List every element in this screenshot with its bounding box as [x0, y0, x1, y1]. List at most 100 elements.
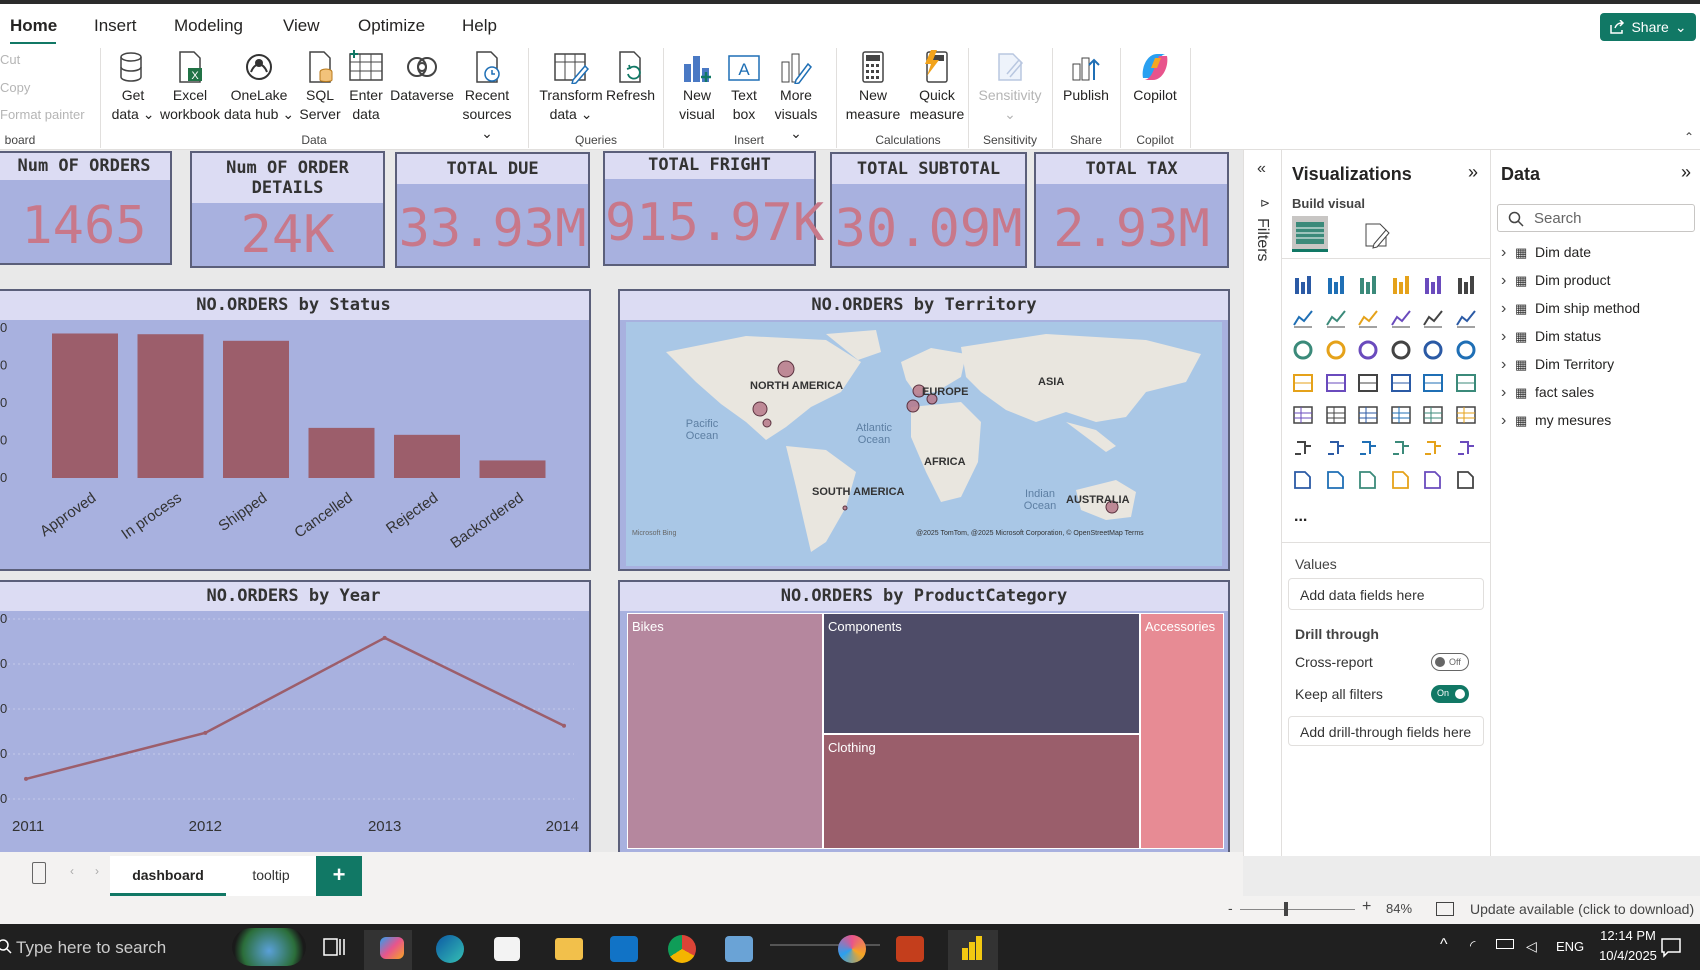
data-table-item[interactable]: › ▦ fact sales [1501, 384, 1691, 402]
tab-modeling[interactable]: Modeling [174, 16, 243, 36]
data-table-item[interactable]: › ▦ my mesures [1501, 412, 1691, 430]
visual-100-column-icon[interactable] [1455, 274, 1479, 296]
kpi-card-total-subtotal[interactable]: TOTAL SUBTOTAL 30.09M [830, 152, 1027, 268]
tab-dashboard[interactable]: dashboard [110, 856, 226, 896]
build-visual-tab[interactable] [1292, 216, 1328, 252]
volume-icon[interactable]: ◁ [1526, 938, 1537, 955]
tab-optimize[interactable]: Optimize [358, 16, 425, 36]
visual-map-icon[interactable] [1325, 372, 1349, 394]
tab-home[interactable]: Home [10, 16, 57, 36]
data-search-input[interactable]: Search [1497, 204, 1695, 232]
kpi-card-orders[interactable]: Num OF ORDERS 1465 [0, 151, 172, 265]
powerbi-taskbar-icon[interactable] [960, 936, 984, 962]
data-table-item[interactable]: › ▦ Dim product [1501, 272, 1691, 290]
outlook-taskbar-icon[interactable] [610, 936, 638, 962]
language-indicator[interactable]: ENG [1556, 939, 1584, 954]
visual-line-icon[interactable] [1292, 307, 1316, 329]
text-box-button[interactable]: A Text box [722, 50, 766, 124]
chevron-right-icon[interactable]: › [1501, 328, 1515, 346]
treemap-tile-accessories[interactable]: Accessories [1140, 613, 1224, 849]
add-page-button[interactable]: + [316, 856, 362, 896]
visual-multirow-card-icon[interactable] [1292, 404, 1316, 426]
treemap-tile-clothing[interactable]: Clothing [823, 734, 1140, 849]
new-measure-button[interactable]: New measure [844, 50, 902, 124]
territory-bubble[interactable] [842, 505, 848, 511]
chevron-right-icon[interactable]: › [95, 864, 99, 878]
visual-line-column-icon[interactable] [1422, 307, 1446, 329]
bar-rejected[interactable] [394, 434, 460, 478]
get-data-button[interactable]: Get data ⌄ [106, 50, 160, 124]
battery-icon[interactable] [1496, 939, 1514, 949]
recent-sources-button[interactable]: Recent sources ⌄ [455, 50, 519, 143]
chevron-right-icon[interactable]: › [1501, 300, 1515, 318]
chevron-right-icon[interactable]: » [1681, 162, 1691, 183]
visual-100-bar-icon[interactable] [1422, 274, 1446, 296]
map-area[interactable]: NORTH AMERICA EUROPE ASIA AFRICA SOUTH A… [626, 322, 1222, 566]
visual-stacked-bar-icon[interactable] [1292, 274, 1316, 296]
data-table-item[interactable]: › ▦ Dim date [1501, 244, 1691, 262]
visual-area-icon[interactable] [1325, 307, 1349, 329]
tab-view[interactable]: View [283, 16, 320, 36]
data-table-item[interactable]: › ▦ Dim Territory [1501, 356, 1691, 374]
visual-power-apps-icon[interactable] [1390, 469, 1414, 491]
zoom-slider-thumb[interactable] [1284, 902, 1288, 916]
onelake-button[interactable]: OneLake data hub ⌄ [222, 50, 296, 124]
visual-funnel-icon[interactable] [1357, 339, 1381, 361]
share-button[interactable]: Share ⌄ [1600, 13, 1696, 41]
wifi-icon[interactable]: ◜ [1470, 937, 1475, 954]
enter-data-button[interactable]: Enter data [344, 50, 388, 124]
visual-new-card-icon[interactable] [1325, 469, 1349, 491]
cut-button[interactable]: Cut [0, 52, 20, 67]
territory-bubble[interactable] [777, 360, 795, 378]
visual-matrix-icon[interactable] [1422, 404, 1446, 426]
year-line-chart[interactable]: NO.ORDERS by Year 0 0 0 0 0 2011 2012 2013 2014 [0, 580, 591, 855]
status-bar-chart[interactable]: NO.ORDERS by Status 0 0 0 0 0 Approved In proc… [0, 289, 591, 571]
bar-cancelled[interactable] [308, 427, 375, 478]
keep-all-filters-toggle[interactable]: On [1431, 685, 1469, 703]
visual-ribbon-icon[interactable] [1292, 339, 1316, 361]
line-point[interactable] [562, 723, 566, 728]
chevron-left-icon[interactable]: ‹ [70, 864, 74, 878]
tab-help[interactable]: Help [462, 16, 497, 36]
filters-strip[interactable]: « ⊳ Filters [1244, 150, 1282, 856]
visual-narrative-icon[interactable] [1422, 437, 1446, 459]
visual-r-visual-icon[interactable] [1455, 404, 1479, 426]
visual-python-visual-icon[interactable] [1292, 437, 1316, 459]
chevron-left-icon[interactable]: « [1257, 160, 1266, 178]
kpi-card-total-fright[interactable]: TOTAL FRIGHT 915.97K [603, 151, 824, 266]
visual-pie-icon[interactable] [1422, 339, 1446, 361]
bar-shipped[interactable] [223, 340, 289, 478]
snip-taskbar-icon[interactable] [725, 936, 753, 962]
powerpoint-taskbar-icon[interactable] [896, 936, 924, 962]
add-data-fields-well[interactable]: Add data fields here [1288, 578, 1484, 610]
visual-clustered-bar-icon[interactable] [1357, 274, 1381, 296]
cross-report-toggle[interactable]: Off [1431, 653, 1469, 671]
bar-approved[interactable] [52, 333, 118, 478]
clock-time[interactable]: 12:14 PM [1598, 928, 1658, 943]
category-treemap[interactable]: NO.ORDERS by ProductCategory Bikes Compo… [618, 580, 1230, 855]
add-drill-through-well[interactable]: Add drill-through fields here [1288, 716, 1484, 746]
tab-insert[interactable]: Insert [94, 16, 137, 36]
data-table-item[interactable]: › ▦ Dim ship method [1501, 300, 1691, 318]
visual-slicer-icon[interactable] [1357, 404, 1381, 426]
visual-100-area-icon[interactable] [1390, 307, 1414, 329]
update-available-link[interactable]: Update available (click to download) [1470, 901, 1694, 917]
treemap-tile-components[interactable]: Components [823, 613, 1140, 734]
sql-server-button[interactable]: SQL Server [298, 50, 342, 124]
territory-bubble[interactable] [906, 399, 920, 413]
visual-new-slicer-icon[interactable] [1357, 469, 1381, 491]
visual-power-automate-icon[interactable] [1422, 469, 1446, 491]
copilot-button[interactable]: Copilot [1126, 50, 1184, 105]
chevron-right-icon[interactable]: › [1501, 356, 1515, 374]
collapse-ribbon-icon[interactable]: ⌃ [1684, 130, 1694, 144]
kpi-card-total-due[interactable]: TOTAL DUE 33.93M [395, 152, 590, 268]
photos-taskbar-icon[interactable] [838, 935, 866, 963]
copy-button[interactable]: Copy [0, 80, 30, 95]
format-visual-tab[interactable] [1362, 220, 1392, 250]
line-point[interactable] [203, 730, 208, 735]
fit-to-page-icon[interactable] [1436, 902, 1454, 916]
chevron-right-icon[interactable]: › [1501, 272, 1515, 290]
dataverse-button[interactable]: Dataverse [389, 50, 455, 105]
notification-icon[interactable] [1660, 936, 1682, 958]
line-point[interactable] [382, 635, 387, 640]
